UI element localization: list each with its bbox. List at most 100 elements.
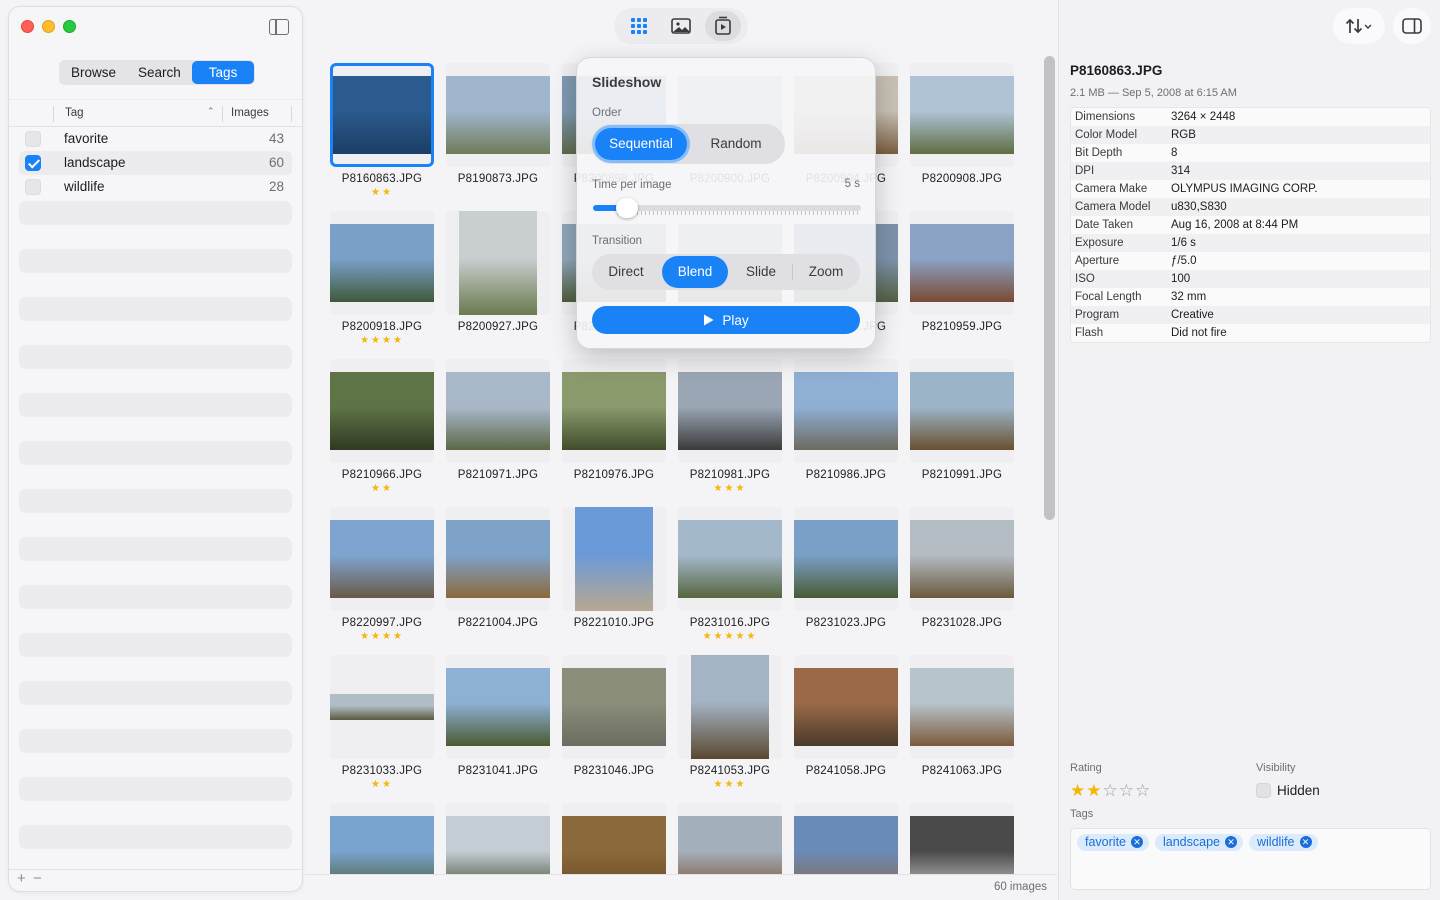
tag-checkbox-favorite[interactable] (25, 131, 41, 147)
photo-cell[interactable]: P8210986.JPG (794, 359, 898, 497)
sort-button[interactable] (1333, 8, 1385, 44)
photo-cell[interactable]: P8210959.JPG (910, 211, 1014, 349)
photo-thumbnail[interactable] (562, 655, 666, 759)
transition-blend-option[interactable]: Blend (662, 256, 728, 288)
photo-cell[interactable]: P8210966.JPG ★★ (330, 359, 434, 497)
tag-row-favorite[interactable]: favorite 43 (19, 127, 292, 151)
photo-thumbnail[interactable] (330, 63, 434, 167)
grid-view-button[interactable] (621, 11, 657, 41)
photo-thumbnail[interactable] (330, 359, 434, 463)
photo-cell[interactable]: P8200927.JPG (446, 211, 550, 349)
photo-thumbnail[interactable] (794, 655, 898, 759)
remove-tag-icon[interactable]: ✕ (1131, 836, 1143, 848)
photo-thumbnail[interactable] (562, 803, 666, 874)
slideshow-button[interactable] (705, 11, 741, 41)
photo-cell[interactable]: P8231028.JPG (910, 507, 1014, 645)
photo-cell[interactable]: P8210971.JPG (446, 359, 550, 497)
photo-cell[interactable]: P8231041.JPG (446, 655, 550, 793)
photo-thumbnail[interactable] (330, 211, 434, 315)
remove-tag-icon[interactable]: ✕ (1299, 836, 1312, 848)
photo-thumbnail[interactable] (446, 211, 550, 315)
photo-cell[interactable]: P8210976.JPG (562, 359, 666, 497)
remove-tag-button[interactable]: − (33, 870, 42, 887)
photo-cell[interactable]: P8210991.JPG (910, 359, 1014, 497)
inspector-toggle-button[interactable] (1393, 8, 1431, 44)
column-header-images[interactable]: Images (231, 107, 269, 119)
slider-knob[interactable] (616, 198, 639, 218)
tag-checkbox-wildlife[interactable] (25, 179, 41, 195)
photo-thumbnail[interactable] (678, 359, 782, 463)
tag-row-wildlife[interactable]: wildlife 28 (19, 175, 292, 199)
photo-thumbnail[interactable] (910, 63, 1014, 167)
rating-stars[interactable]: ★★☆☆☆ (1070, 781, 1151, 801)
photo-cell[interactable]: P8160863.JPG ★★ (330, 63, 434, 201)
photo-thumbnail[interactable] (794, 507, 898, 611)
photo-thumbnail[interactable] (446, 803, 550, 874)
photo-cell[interactable]: P8200918.JPG ★★★★ (330, 211, 434, 349)
order-sequential-option[interactable]: Sequential (595, 128, 687, 160)
photo-thumbnail[interactable] (910, 359, 1014, 463)
photo-thumbnail[interactable] (446, 63, 550, 167)
star-empty-icon[interactable]: ☆ (1135, 781, 1151, 800)
photo-thumbnail[interactable] (330, 507, 434, 611)
photo-cell[interactable]: P8241053.JPG ★★★ (678, 655, 782, 793)
tab-browse[interactable]: Browse (60, 61, 127, 84)
photo-cell[interactable]: P8241089.JPG (794, 803, 898, 874)
photo-cell[interactable]: P8200908.JPG (910, 63, 1014, 201)
column-header-tag[interactable]: Tag (65, 107, 84, 119)
add-tag-button[interactable]: + (17, 870, 26, 887)
minimize-window-button[interactable] (42, 20, 55, 33)
hidden-checkbox[interactable] (1256, 783, 1271, 798)
photo-cell[interactable]: P8220997.JPG ★★★★ (330, 507, 434, 645)
photo-cell[interactable]: P8241072.JPG (446, 803, 550, 874)
photo-cell[interactable]: P8241078.JPG (562, 803, 666, 874)
photo-thumbnail[interactable] (910, 803, 1014, 874)
transition-slide-option[interactable]: Slide (730, 256, 792, 288)
photo-thumbnail[interactable] (794, 359, 898, 463)
photo-cell[interactable]: P8241063.JPG (910, 655, 1014, 793)
photo-thumbnail[interactable] (678, 507, 782, 611)
photo-cell[interactable]: P8241068.JPG (330, 803, 434, 874)
photo-thumbnail[interactable] (446, 655, 550, 759)
sort-ascending-icon[interactable]: ⌃ (207, 106, 215, 117)
photo-cell[interactable]: P8231046.JPG (562, 655, 666, 793)
photo-cell[interactable]: P8231023.JPG (794, 507, 898, 645)
star-filled-icon[interactable]: ★ (1070, 781, 1086, 800)
photo-thumbnail[interactable] (678, 655, 782, 759)
photo-cell[interactable]: P8221004.JPG (446, 507, 550, 645)
photo-cell[interactable]: P8231033.JPG ★★ (330, 655, 434, 793)
photo-cell[interactable]: P8251094.JPG (910, 803, 1014, 874)
photo-cell[interactable]: P8231016.JPG ★★★★★ (678, 507, 782, 645)
play-button[interactable]: Play (592, 306, 860, 334)
order-random-option[interactable]: Random (691, 128, 781, 160)
star-empty-icon[interactable]: ☆ (1103, 781, 1119, 800)
tag-chip[interactable]: wildlife ✕ (1249, 834, 1318, 851)
tags-field[interactable]: favorite ✕ landscape ✕ wildlife ✕ (1070, 828, 1431, 890)
photo-thumbnail[interactable] (562, 359, 666, 463)
photo-cell[interactable]: P8190873.JPG (446, 63, 550, 201)
close-window-button[interactable] (21, 20, 34, 33)
photo-cell[interactable]: P8241058.JPG (794, 655, 898, 793)
transition-zoom-option[interactable]: Zoom (793, 256, 859, 288)
single-view-button[interactable] (663, 11, 699, 41)
tab-search[interactable]: Search (127, 61, 192, 84)
photo-thumbnail[interactable] (910, 655, 1014, 759)
star-filled-icon[interactable]: ★ (1086, 781, 1102, 800)
time-per-image-slider[interactable] (593, 198, 861, 218)
tag-checkbox-landscape[interactable] (25, 155, 41, 171)
grid-scrollbar[interactable] (1044, 56, 1055, 520)
photo-thumbnail[interactable] (330, 803, 434, 874)
photo-cell[interactable]: P8210981.JPG ★★★ (678, 359, 782, 497)
photo-cell[interactable]: P8221010.JPG (562, 507, 666, 645)
photo-thumbnail[interactable] (330, 655, 434, 759)
photo-cell[interactable]: P8241083.JPG (678, 803, 782, 874)
tab-tags[interactable]: Tags (191, 61, 255, 84)
photo-thumbnail[interactable] (910, 507, 1014, 611)
tag-chip[interactable]: landscape ✕ (1155, 834, 1243, 851)
photo-thumbnail[interactable] (446, 359, 550, 463)
transition-direct-option[interactable]: Direct (592, 256, 660, 288)
sidebar-toggle-icon[interactable] (269, 19, 289, 35)
zoom-window-button[interactable] (63, 20, 76, 33)
tag-row-landscape[interactable]: landscape 60 (19, 151, 292, 175)
tag-chip[interactable]: favorite ✕ (1077, 834, 1149, 851)
